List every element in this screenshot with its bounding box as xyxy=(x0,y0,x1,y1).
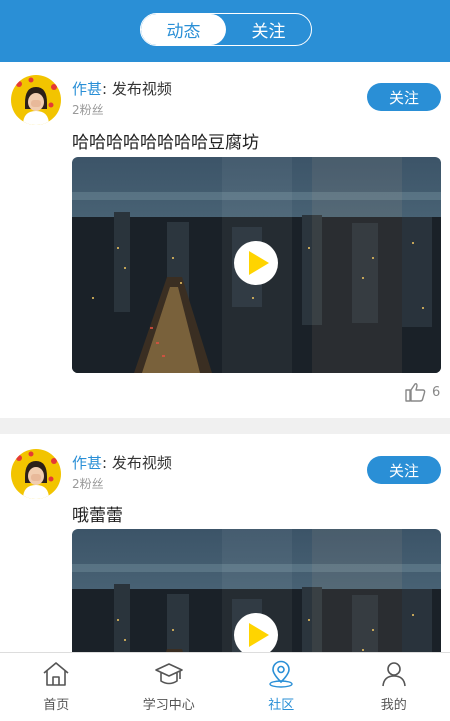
post-action-text: : 发布视频 xyxy=(102,454,172,472)
top-header: 动态 关注 xyxy=(0,0,450,62)
like-count: 6 xyxy=(432,385,440,400)
post-author-line: 作甚: 发布视频 xyxy=(72,78,172,99)
tab-following[interactable]: 关注 xyxy=(226,14,311,45)
feed-list[interactable]: 作甚: 发布视频 2粉丝 关注 哈哈哈哈哈哈哈哈豆腐坊 6 作甚: 发布 xyxy=(0,62,450,652)
feed-segment-control: 动态 关注 xyxy=(140,13,312,46)
user-icon xyxy=(379,660,409,688)
thumbs-up-icon xyxy=(404,382,426,402)
author-name[interactable]: 作甚 xyxy=(72,80,102,98)
bottom-tab-bar: 首页 学习中心 社区 我的 xyxy=(0,652,450,721)
video-frame xyxy=(72,529,441,652)
follow-button[interactable]: 关注 xyxy=(367,83,441,111)
tab-mine-label: 我的 xyxy=(381,694,407,713)
tab-community[interactable]: 社区 xyxy=(225,653,338,721)
tab-learning-center-label: 学习中心 xyxy=(143,694,195,713)
location-pin-icon xyxy=(266,660,296,688)
tab-home[interactable]: 首页 xyxy=(0,653,113,721)
video-thumbnail[interactable] xyxy=(72,157,441,373)
play-icon[interactable] xyxy=(234,241,278,285)
avatar-image xyxy=(11,449,61,499)
avatar[interactable] xyxy=(11,449,61,499)
fans-count: 2粉丝 xyxy=(72,475,104,492)
tab-home-label: 首页 xyxy=(43,694,69,713)
video-thumbnail[interactable] xyxy=(72,529,441,652)
tab-dynamics[interactable]: 动态 xyxy=(141,14,226,45)
post-title: 哈哈哈哈哈哈哈哈豆腐坊 xyxy=(72,128,259,153)
post-author-line: 作甚: 发布视频 xyxy=(72,452,172,473)
post-card: 作甚: 发布视频 2粉丝 关注 哈哈哈哈哈哈哈哈豆腐坊 6 xyxy=(0,62,450,418)
fans-count: 2粉丝 xyxy=(72,101,104,118)
tab-learning-center[interactable]: 学习中心 xyxy=(113,653,226,721)
tab-mine[interactable]: 我的 xyxy=(338,653,450,721)
tab-community-label: 社区 xyxy=(268,694,294,713)
author-name[interactable]: 作甚 xyxy=(72,454,102,472)
home-icon xyxy=(41,660,71,688)
follow-button[interactable]: 关注 xyxy=(367,456,441,484)
post-title: 哦蕾蕾 xyxy=(72,501,123,526)
post-action-text: : 发布视频 xyxy=(102,80,172,98)
avatar[interactable] xyxy=(11,75,61,125)
avatar-image xyxy=(11,75,61,125)
post-card: 作甚: 发布视频 2粉丝 关注 哦蕾蕾 xyxy=(0,434,450,652)
graduation-cap-icon xyxy=(154,660,184,688)
like-control[interactable]: 6 xyxy=(404,382,440,402)
video-frame xyxy=(72,157,441,373)
